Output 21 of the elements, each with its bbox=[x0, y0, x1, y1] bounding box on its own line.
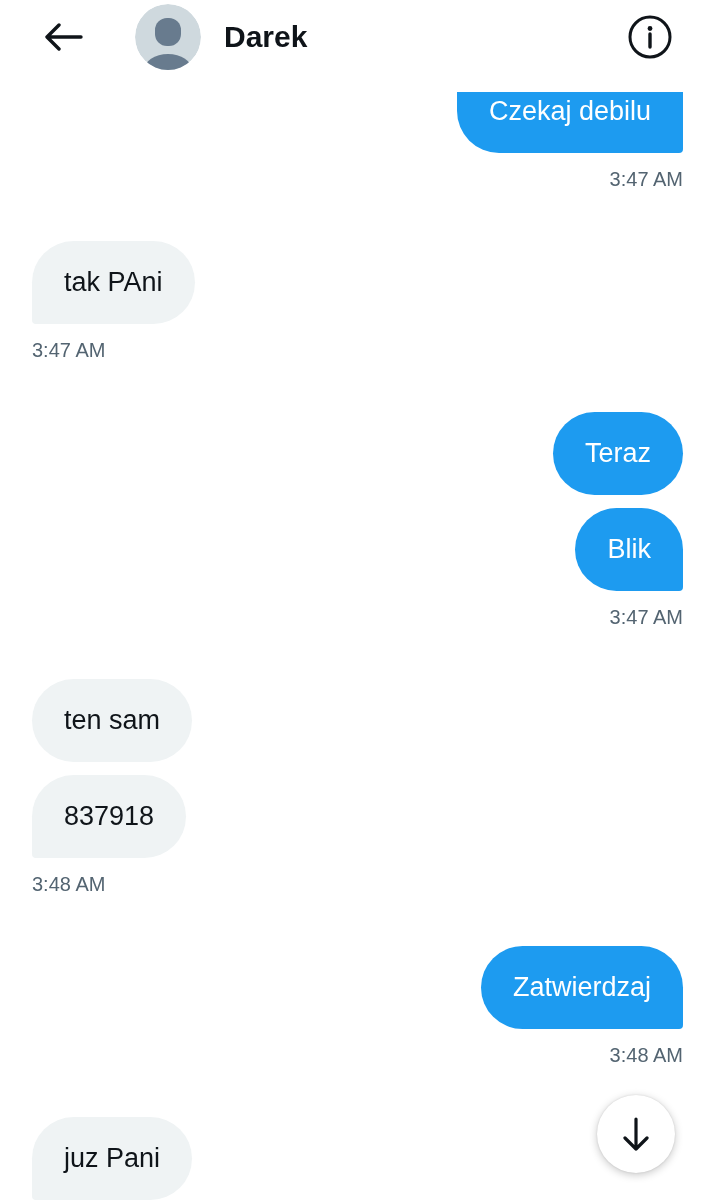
message-time: 3:47 AM bbox=[32, 338, 106, 362]
message-bubble: ten sam bbox=[32, 679, 193, 762]
message-time: 3:48 AM bbox=[609, 1043, 683, 1067]
message-bubble: 837918 bbox=[32, 775, 187, 858]
contact-name: Darek bbox=[224, 19, 308, 55]
back-button[interactable] bbox=[45, 23, 83, 51]
message-time: 3:47 AM bbox=[609, 167, 683, 191]
message-bubble: Teraz bbox=[552, 412, 683, 495]
down-arrow-icon bbox=[623, 1117, 649, 1151]
scroll-down-button[interactable] bbox=[597, 1095, 675, 1173]
message-time: 3:47 AM bbox=[609, 605, 683, 629]
message-bubble: Blik bbox=[575, 508, 683, 591]
message-time: 3:48 AM bbox=[32, 872, 106, 896]
message-bubble: Czekaj debilu bbox=[456, 92, 683, 153]
back-arrow-icon bbox=[45, 23, 83, 51]
message-bubble: tak PAni bbox=[32, 241, 195, 324]
info-button[interactable] bbox=[628, 15, 672, 59]
avatar-icon[interactable] bbox=[135, 4, 201, 70]
message-bubble: Zatwierdzaj bbox=[480, 946, 683, 1029]
message-bubble: juz Pani bbox=[32, 1117, 193, 1200]
info-icon bbox=[628, 15, 672, 59]
